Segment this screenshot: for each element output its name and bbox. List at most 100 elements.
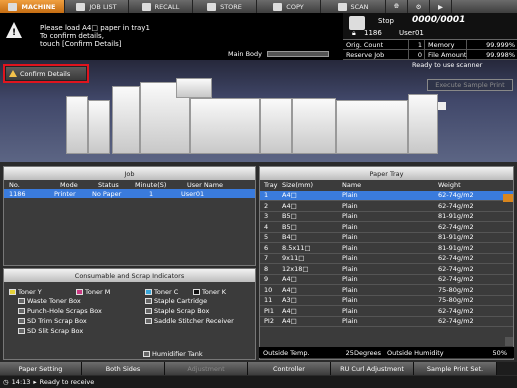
warning-exclamation: ! xyxy=(12,28,17,38)
toner-k-icon xyxy=(193,288,200,295)
consumables-title: Consumable and Scrap Indicators xyxy=(4,269,255,282)
outside-temp-value: 25Degrees xyxy=(345,348,381,357)
tray-list: 1 A4□ Plain 62-74g/m2 2 A4□ Plain 62-74g/m2 3 B5□… xyxy=(260,190,513,327)
tab-recall[interactable]: RECALL xyxy=(129,0,193,13)
status-job-number: 1186 xyxy=(364,29,382,37)
machine-module xyxy=(88,100,110,154)
table-row[interactable]: 9 A4□ Plain 62-74g/m2 xyxy=(260,275,513,285)
consumables-panel: Consumable and Scrap Indicators Toner Y … xyxy=(3,268,256,360)
main-body-label: Main Body xyxy=(228,50,262,58)
memory-label: Memory xyxy=(425,40,467,49)
table-row[interactable]: 11 A3□ Plain 75-80g/m2 xyxy=(260,296,513,306)
machine-module xyxy=(292,98,336,154)
finisher-module xyxy=(408,94,438,154)
tray-table-header: Tray Size(mm) Name Weight xyxy=(264,181,461,190)
top-tab-bar: MACHINE JOB LIST RECALL STORE COPY SCAN … xyxy=(0,0,517,13)
reserve-job-value: 0 xyxy=(409,50,425,59)
status-state: Stop xyxy=(378,17,394,25)
tab-copy[interactable]: COPY xyxy=(257,0,321,13)
reserve-job-label: Reserve Job xyxy=(343,50,409,59)
waste-toner-box: Waste Toner Box xyxy=(18,296,81,305)
waste-toner-icon xyxy=(18,297,25,304)
job-panel-title: Job xyxy=(4,167,255,180)
scroll-down-button[interactable] xyxy=(505,337,513,346)
environment-bar: Outside Temp. 25Degrees Outside Humidity… xyxy=(259,347,514,358)
globe-icon: 🌐︎ xyxy=(393,2,400,10)
staple-cartridge: Staple Cartridge xyxy=(145,296,207,305)
machine-icon xyxy=(8,2,18,11)
table-row[interactable]: 1 A4□ Plain 62-74g/m2 xyxy=(260,190,513,201)
table-row[interactable]: 1186 Printer No Paper 1 User01 xyxy=(4,189,255,198)
table-row[interactable]: 2 A4□ Plain 62-74g/m2 xyxy=(260,201,513,212)
punch-hole-icon xyxy=(18,307,25,314)
execute-sample-print-button[interactable]: Execute Sample Print xyxy=(427,79,513,91)
table-row[interactable]: 4 B5□ Plain 62-74g/m2 xyxy=(260,222,513,233)
saddle-stitcher-receiver: Saddle Stitcher Receiver xyxy=(145,316,234,325)
next-button[interactable]: ▶ xyxy=(430,0,452,13)
trim-scrap-icon xyxy=(18,317,25,324)
orig-count-label: Orig. Count xyxy=(343,40,409,49)
table-row[interactable]: 5 B4□ Plain 81-91g/m2 xyxy=(260,233,513,243)
counter-table: Orig. Count 1 Memory 99.999% Reserve Job… xyxy=(343,39,517,60)
table-row[interactable]: 3 B5□ Plain 81-91g/m2 xyxy=(260,212,513,222)
toner-c-icon xyxy=(145,288,152,295)
toner-m-icon xyxy=(76,288,83,295)
adjustment-button[interactable]: Adjustment xyxy=(165,362,248,375)
file-amount-value: 99.998% xyxy=(486,50,515,59)
table-row[interactable]: PI2 A4□ Plain 62-74g/m2 xyxy=(260,317,513,327)
toner-y-indicator: Toner Y xyxy=(9,287,42,296)
tab-scan[interactable]: SCAN xyxy=(321,0,386,13)
machine-module xyxy=(190,98,260,154)
status-user: User01 xyxy=(399,29,424,37)
humidifier-icon xyxy=(143,350,150,357)
tray-warning-icon xyxy=(503,194,513,202)
paper-setting-button[interactable]: Paper Setting xyxy=(0,362,82,375)
ru-curl-adjustment-button[interactable]: RU Curl Adjustment xyxy=(331,362,414,375)
paper-tray-title: Paper Tray xyxy=(260,167,513,180)
status-time: 14:13 xyxy=(11,378,31,386)
job-list-icon xyxy=(76,2,86,11)
language-button[interactable]: 🌐︎ xyxy=(386,0,408,13)
outside-humidity-value: 50% xyxy=(492,348,507,357)
machine-module xyxy=(260,98,292,154)
tab-machine[interactable]: MACHINE xyxy=(0,0,65,13)
warning-icon xyxy=(9,70,17,77)
file-amount-label: File Amount xyxy=(425,50,467,59)
table-row[interactable]: 8 12x18□ Plain 62-74g/m2 xyxy=(260,264,513,275)
staple-scrap-box: Staple Scrap Box xyxy=(145,306,209,315)
both-sides-button[interactable]: Both Sides xyxy=(82,362,165,375)
saddle-stitcher-icon xyxy=(145,317,152,324)
staple-icon xyxy=(145,297,152,304)
settings-button[interactable]: ⚙ xyxy=(408,0,430,13)
receive-icon: ▸ xyxy=(33,378,37,386)
store-icon xyxy=(207,2,217,11)
status-text: Ready to receive xyxy=(39,378,95,386)
table-row[interactable]: 6 8.5x11□ Plain 81-91g/m2 xyxy=(260,243,513,254)
table-row[interactable]: PI1 A4□ Plain 62-74g/m2 xyxy=(260,306,513,317)
table-row[interactable]: 7 9x11□ Plain 62-74g/m2 xyxy=(260,254,513,264)
sample-print-set-button[interactable]: Sample Print Set. xyxy=(414,362,497,375)
machine-module xyxy=(112,86,140,154)
punch-hole-scraps-box: Punch-Hole Scraps Box xyxy=(18,306,102,315)
confirm-details-button[interactable]: Confirm Details xyxy=(3,64,89,83)
message-line-3: touch [Confirm Details] xyxy=(40,40,122,48)
humidifier-tank: Humidifier Tank xyxy=(143,349,203,358)
copy-icon xyxy=(273,2,283,11)
job-panel: Job No. Mode Status Minute(S) User Name … xyxy=(3,166,256,266)
outside-temp-label: Outside Temp. xyxy=(263,348,310,357)
staple-scrap-icon xyxy=(145,307,152,314)
controller-button[interactable]: Controller xyxy=(248,362,331,375)
tab-store[interactable]: STORE xyxy=(193,0,257,13)
lock-icon: 🔒︎ xyxy=(352,29,356,37)
settings-icon: ⚙ xyxy=(415,2,422,11)
outside-humidity-label: Outside Humidity xyxy=(387,348,444,357)
scanner-module xyxy=(176,78,212,98)
printer-icon xyxy=(349,16,365,30)
tab-job-list[interactable]: JOB LIST xyxy=(65,0,129,13)
orig-count-value: 1 xyxy=(409,40,425,49)
toner-m-indicator: Toner M xyxy=(76,287,110,296)
table-row[interactable]: 10 A4□ Plain 75-80g/m2 xyxy=(260,285,513,296)
bottom-button-bar: Paper Setting Both Sides Adjustment Cont… xyxy=(0,362,517,375)
paper-tray-panel: Paper Tray Tray Size(mm) Name Weight 1 A4… xyxy=(259,166,514,360)
machine-module xyxy=(66,96,88,154)
